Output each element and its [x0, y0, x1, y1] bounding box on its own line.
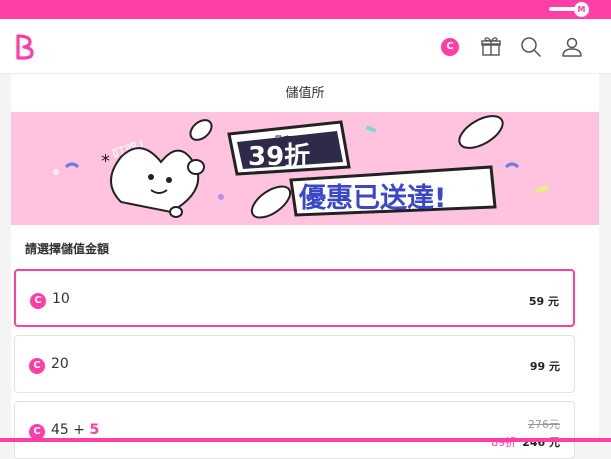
- topup-option-45[interactable]: C 45 + 5 276元 89折 246 元: [14, 401, 575, 459]
- gift-icon[interactable]: [480, 36, 502, 58]
- banner-discount-text: 39折: [248, 142, 310, 172]
- option-bonus-amount: 5: [89, 422, 100, 438]
- topup-option-10[interactable]: C 10 59 元: [14, 269, 575, 327]
- logo-icon[interactable]: [14, 33, 36, 61]
- user-icon[interactable]: [561, 36, 583, 58]
- option-amount: 45 + 5: [51, 422, 99, 438]
- option-price: 59 元: [528, 295, 559, 308]
- option-base-amount: 45 +: [51, 422, 90, 438]
- option-amount: 10: [52, 291, 70, 307]
- bottom-accent-line: [0, 438, 611, 442]
- coin-balance-icon[interactable]: C: [441, 38, 459, 56]
- option-price: 99 元: [529, 360, 560, 373]
- coin-icon: C: [30, 293, 46, 309]
- topup-option-20[interactable]: C 20 99 元: [14, 335, 575, 393]
- page-title: 儲值所: [285, 86, 325, 101]
- svg-text:*: *: [101, 151, 110, 172]
- top-bar: M: [0, 0, 611, 19]
- banner-art: * * 叮咚! 最高 39折 優惠已送達!: [53, 115, 549, 219]
- site-header: C: [0, 19, 611, 74]
- option-amount: 20: [51, 356, 69, 372]
- option-original-price: 276元: [528, 418, 560, 431]
- banner-main-text: 優惠已送達!: [298, 183, 446, 214]
- promo-banner[interactable]: * * 叮咚! 最高 39折 優惠已送達!: [11, 112, 599, 225]
- toggle-knob: M: [574, 2, 589, 17]
- member-toggle[interactable]: M: [549, 2, 589, 17]
- section-label: 請選擇儲值金額: [25, 242, 110, 256]
- option-final-price: 89折 246 元: [491, 434, 560, 450]
- search-icon[interactable]: [520, 36, 542, 58]
- coin-icon: C: [29, 358, 45, 374]
